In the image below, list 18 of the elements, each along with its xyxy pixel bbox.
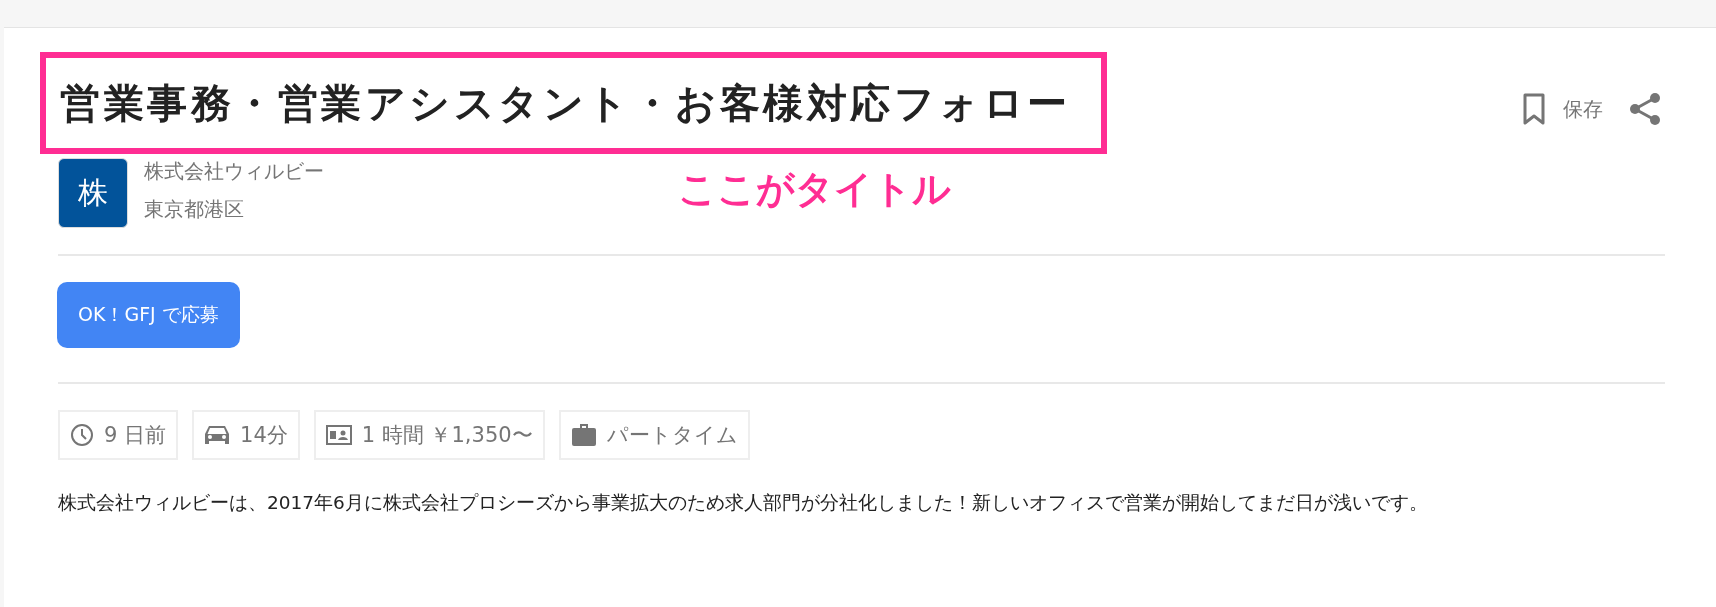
id-card-icon	[325, 425, 352, 445]
annotation-label: ここがタイトル	[678, 166, 951, 213]
clock-icon	[70, 423, 94, 447]
company-location: 東京都港区	[144, 196, 245, 223]
info-chip: 1 時間 ￥1,350〜	[313, 410, 545, 460]
car-icon	[204, 424, 231, 446]
apply-button[interactable]: OK！GFJ で応募	[57, 282, 240, 348]
briefcase-icon	[570, 423, 597, 447]
info-chip: パートタイム	[558, 410, 750, 460]
info-chip: 9 日前	[58, 410, 179, 460]
info-chip: 14分	[192, 410, 300, 460]
company-logo: 株	[58, 158, 128, 228]
share-icon[interactable]	[1629, 92, 1661, 126]
bookmark-icon	[1523, 93, 1545, 125]
job-title: 営業事務・営業アシスタント・お客様対応フォロー	[60, 79, 1071, 128]
company-name: 株式会社ウィルビー	[144, 158, 324, 185]
save-button[interactable]: 保存	[1523, 93, 1603, 125]
job-description: 株式会社ウィルビーは、2017年6月に株式会社プロシーズから事業拡大のため求人部門が分社化しました！新しいオフィスで営業が開始してまだ日が浅いです。	[58, 491, 1429, 515]
